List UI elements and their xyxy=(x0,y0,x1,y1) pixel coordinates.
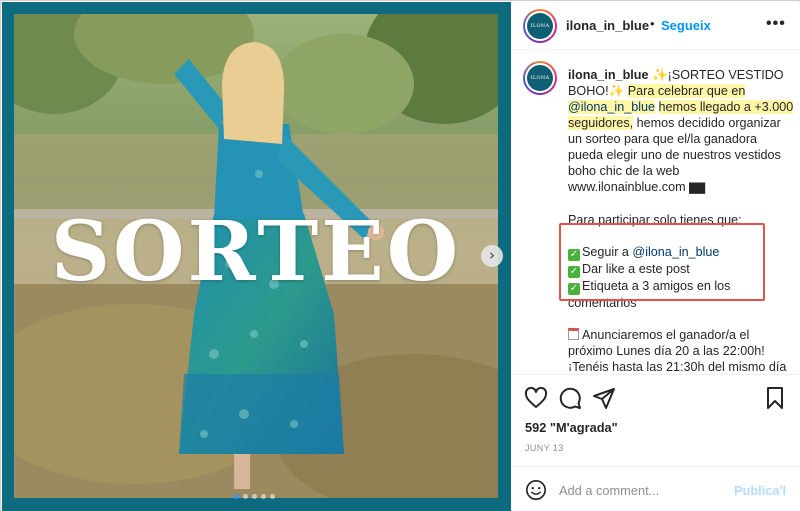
emoji-icon[interactable] xyxy=(525,479,547,501)
profile-avatar[interactable]: ILONA IN BLUE xyxy=(523,9,557,55)
publish-button[interactable]: Publica'l xyxy=(734,483,786,498)
post-media[interactable]: SORTEO › xyxy=(2,2,511,511)
carousel-dot xyxy=(270,494,275,499)
post-window: SORTEO › ILONA IN BLUE ilona_in_blue • S… xyxy=(0,0,800,511)
post-caption: ilona_in_blue ✨¡SORTEO VESTIDO BOHO!✨ Pa… xyxy=(568,67,794,371)
action-bar xyxy=(512,374,800,418)
post-header: ILONA IN BLUE ilona_in_blue • Segueix ••… xyxy=(512,2,800,55)
like-heart-icon[interactable] xyxy=(524,386,548,410)
check-icon: ✓ xyxy=(568,283,580,295)
avatar-logo: ILONA IN BLUE xyxy=(527,13,553,55)
rule-mention[interactable]: @ilona_in_blue xyxy=(632,245,719,259)
comment-input[interactable] xyxy=(559,481,729,499)
carousel-dot-active xyxy=(234,494,239,499)
header-username[interactable]: ilona_in_blue xyxy=(566,18,649,33)
calendar-icon xyxy=(568,328,579,340)
flag-icon: ▇▇ xyxy=(689,182,705,194)
sorteo-overlay-text: SORTEO xyxy=(50,204,462,300)
comment-bar: Publica'l xyxy=(512,466,800,511)
rule-2-text: Dar like a este post xyxy=(582,262,690,276)
caption-area: ILONA IN BLUE ilona_in_blue ✨¡SORTEO VES… xyxy=(512,51,800,371)
comment-icon[interactable] xyxy=(558,386,582,410)
announce-text: Anunciaremos el ganador/a el próximo Lun… xyxy=(568,328,787,371)
highlighted-text: Para celebrar que en xyxy=(627,84,746,98)
carousel-dot xyxy=(243,494,248,499)
caption-avatar[interactable]: ILONA IN BLUE xyxy=(523,61,557,107)
carousel-dot xyxy=(261,494,266,499)
avatar-logo: ILONA IN BLUE xyxy=(527,65,553,107)
save-bookmark-icon[interactable] xyxy=(763,386,787,410)
sparkle-icon: ✨ xyxy=(651,68,668,82)
sparkle-icon: ✨ xyxy=(608,84,625,98)
post-sidebar: ILONA IN BLUE ilona_in_blue • Segueix ••… xyxy=(512,2,800,511)
likes-count[interactable]: 592 "M'agrada" xyxy=(525,420,618,435)
caption-mention[interactable]: @ilona_in_blue xyxy=(568,100,656,114)
caption-username[interactable]: ilona_in_blue xyxy=(568,68,648,82)
post-date: JUNY 13 xyxy=(525,443,564,453)
rule-3-text: Etiqueta a 3 amigos en los comentarios xyxy=(568,279,731,310)
rule-1-text: Seguir a xyxy=(582,245,629,259)
carousel-dots xyxy=(234,494,275,499)
check-icon: ✓ xyxy=(568,249,580,261)
check-icon: ✓ xyxy=(568,266,580,278)
separator-dot: • xyxy=(650,16,655,31)
follow-button[interactable]: Segueix xyxy=(661,18,711,33)
share-icon[interactable] xyxy=(592,386,616,410)
carousel-dot xyxy=(252,494,257,499)
post-photo: SORTEO xyxy=(14,14,498,498)
participate-heading: Para participar solo tienes que: xyxy=(568,213,742,227)
more-options-icon[interactable]: ••• xyxy=(766,15,786,33)
next-slide-button[interactable]: › xyxy=(481,245,503,267)
